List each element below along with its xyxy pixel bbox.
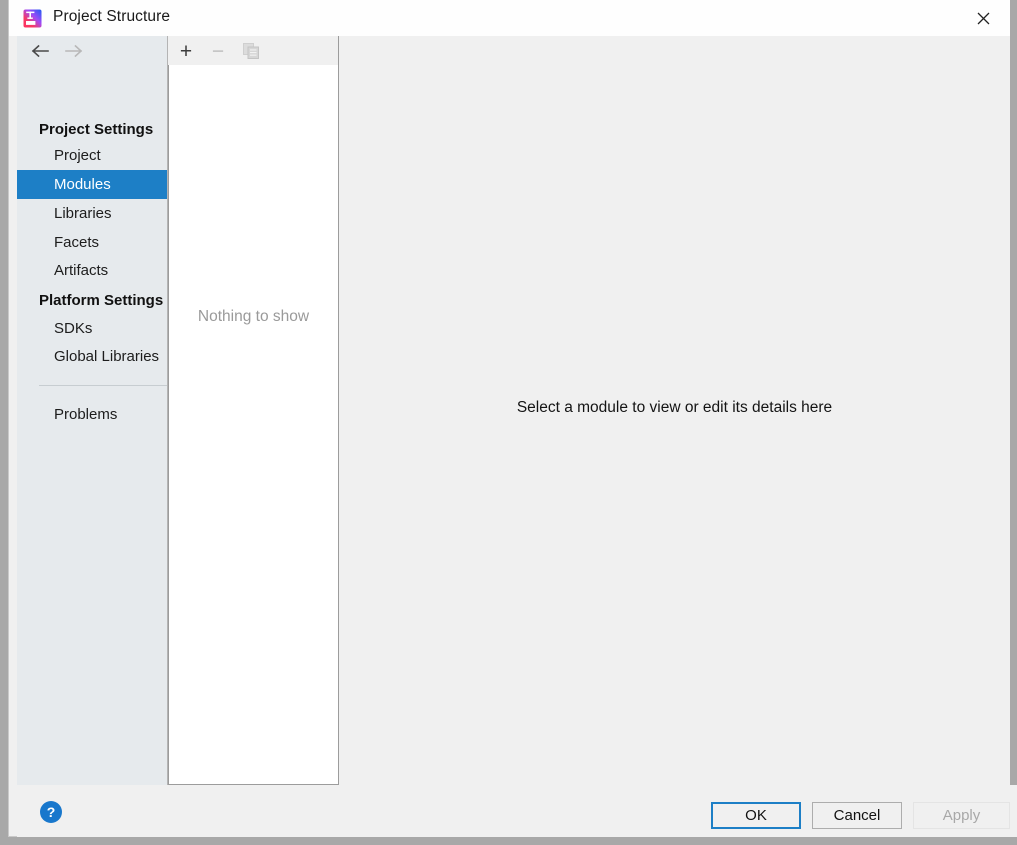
- minus-icon: −: [205, 38, 231, 64]
- sidebar-group-project-settings: Project Settings: [39, 121, 154, 138]
- plus-icon[interactable]: +: [173, 38, 199, 64]
- sidebar-item-artifacts[interactable]: Artifacts: [17, 256, 167, 285]
- question-mark-icon: ?: [40, 801, 62, 823]
- intellij-idea-logo-icon: [23, 9, 42, 28]
- dialog-inner: Project Structure Project Settings Proje…: [8, 0, 1017, 837]
- sidebar-group-platform-settings: Platform Settings: [39, 292, 164, 309]
- sidebar-item-facets[interactable]: Facets: [17, 228, 167, 257]
- copy-icon: [238, 38, 264, 64]
- module-list-panel: + − Nothing to show: [168, 36, 339, 785]
- close-icon[interactable]: [956, 0, 1010, 36]
- plus-glyph: +: [179, 39, 193, 63]
- sidebar-item-libraries[interactable]: Libraries: [17, 199, 167, 228]
- module-list-toolbar: + −: [168, 36, 339, 65]
- module-detail-panel: Select a module to view or edit its deta…: [339, 36, 1010, 785]
- window-edge-left: [0, 0, 8, 845]
- sidebar-navigation-bar: [17, 36, 167, 65]
- module-list-empty-message: Nothing to show: [197, 308, 310, 325]
- detail-placeholder-message: Select a module to view or edit its deta…: [516, 399, 833, 416]
- cancel-button[interactable]: Cancel: [812, 802, 902, 829]
- help-button[interactable]: ?: [34, 797, 68, 827]
- apply-button: Apply: [913, 802, 1010, 829]
- window-edge-right: [1009, 0, 1017, 845]
- project-structure-dialog: Project Structure Project Settings Proje…: [0, 0, 1017, 845]
- ok-button[interactable]: OK: [711, 802, 801, 829]
- sidebar-item-problems[interactable]: Problems: [17, 400, 167, 429]
- sidebar-item-sdks[interactable]: SDKs: [17, 314, 167, 343]
- settings-sidebar: Project Settings Project Modules Librari…: [17, 36, 168, 785]
- sidebar-item-project[interactable]: Project: [17, 141, 167, 170]
- arrow-left-icon[interactable]: [27, 39, 53, 63]
- sidebar-item-global-libraries[interactable]: Global Libraries: [17, 342, 167, 371]
- sidebar-separator: [39, 385, 167, 386]
- title-bar: Project Structure: [9, 0, 1010, 36]
- minus-glyph: −: [211, 39, 225, 63]
- sidebar-item-modules[interactable]: Modules: [17, 170, 167, 199]
- arrow-right-icon: [61, 39, 87, 63]
- module-list[interactable]: Nothing to show: [168, 65, 339, 785]
- dialog-title: Project Structure: [53, 8, 171, 25]
- dialog-button-bar: ? OK Cancel Apply: [17, 785, 1017, 837]
- window-edge-bottom: [0, 837, 1017, 845]
